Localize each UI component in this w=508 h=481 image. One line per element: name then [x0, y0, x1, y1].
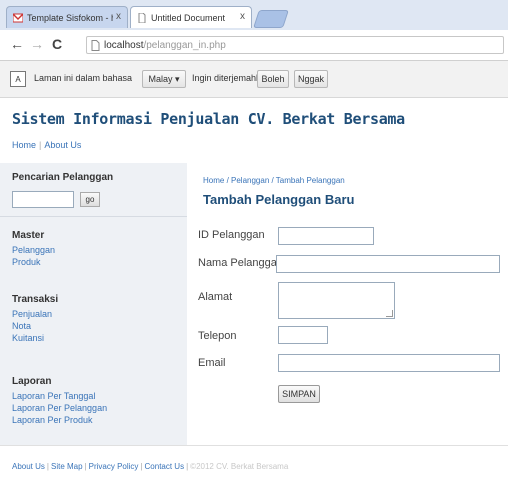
label-email: Email [198, 357, 226, 369]
footer-link-privacy[interactable]: Privacy Policy [89, 462, 139, 471]
browser-tab-template[interactable]: Template Sisfokom - hamidel x [6, 6, 128, 28]
footer-separator: | [186, 462, 189, 471]
sidebar-item-pelanggan[interactable]: Pelanggan [12, 245, 55, 255]
tab-close-icon[interactable]: x [240, 11, 245, 22]
transaksi-heading: Transaksi [12, 294, 59, 305]
sidebar-item-produk[interactable]: Produk [12, 257, 41, 267]
footer-separator: | [140, 462, 143, 471]
translate-infobar: A Laman ini dalam bahasa Malay ▾ Ingin d… [0, 61, 508, 98]
footer-separator: | [84, 462, 87, 471]
gmail-icon [13, 13, 23, 22]
telepon-input[interactable] [278, 326, 328, 344]
footer-link-about[interactable]: About Us [12, 462, 45, 471]
document-icon [138, 12, 146, 23]
sidebar-divider [0, 216, 187, 217]
language-dropdown[interactable]: Malay ▾ [142, 70, 186, 88]
translate-message: Laman ini dalam bahasa [34, 73, 133, 83]
sidebar-item-laporan-tanggal[interactable]: Laporan Per Tanggal [12, 391, 95, 401]
master-heading: Master [12, 230, 45, 241]
footer-link-contact[interactable]: Contact Us [145, 462, 185, 471]
translate-no-button[interactable]: Nggak [294, 70, 328, 88]
sidebar-item-laporan-produk[interactable]: Laporan Per Produk [12, 415, 93, 425]
footer: About Us | Site Map | Privacy Policy | Contact… [12, 462, 288, 471]
simpan-button[interactable]: SIMPAN [278, 385, 320, 403]
url-host: localhost [104, 39, 144, 51]
label-id-pelanggan: ID Pelanggan [198, 229, 265, 241]
label-alamat: Alamat [198, 291, 233, 303]
resize-handle-icon[interactable] [386, 310, 393, 317]
site-title: Sistem Informasi Penjualan CV. Berkat Be… [12, 110, 405, 128]
sidebar-item-penjualan[interactable]: Penjualan [12, 309, 52, 319]
search-heading: Pencarian Pelanggan [12, 172, 114, 183]
new-tab-button[interactable] [253, 10, 289, 28]
nama-pelanggan-input[interactable] [276, 255, 500, 273]
address-bar[interactable]: localhost/pelanggan_in.php [86, 36, 504, 54]
nav-separator: | [39, 140, 42, 150]
footer-separator: | [46, 462, 49, 471]
sidebar-item-kuitansi[interactable]: Kuitansi [12, 333, 44, 343]
tab-close-icon[interactable]: x [116, 11, 121, 22]
search-go-button[interactable]: go [80, 192, 100, 207]
email-input[interactable] [278, 354, 500, 372]
browser-toolbar: ← → C localhost/pelanggan_in.php [0, 30, 508, 61]
copyright-text: ©2012 CV. Berkat Bersama [190, 462, 289, 471]
sidebar-item-nota[interactable]: Nota [12, 321, 31, 331]
translate-yes-button[interactable]: Boleh [257, 70, 289, 88]
browser-tab-strip: Template Sisfokom - hamidel x Untitled D… [0, 0, 508, 30]
nav-about-link[interactable]: About Us [44, 140, 81, 150]
label-telepon: Telepon [198, 330, 237, 342]
laporan-heading: Laporan [12, 376, 52, 387]
reload-icon[interactable]: C [52, 37, 62, 51]
page-title: Tambah Pelanggan Baru [203, 192, 355, 207]
tab-label: Template Sisfokom - hamidel [27, 12, 113, 23]
label-nama-pelanggan: Nama Pelanggan [198, 257, 284, 269]
top-navigation: Home | About Us [12, 140, 81, 150]
url-path: /pelanggan_in.php [143, 39, 226, 51]
nav-home-link[interactable]: Home [12, 140, 36, 150]
back-arrow-icon[interactable]: ← [10, 37, 24, 51]
translate-icon: A [10, 71, 26, 87]
footer-divider [0, 445, 508, 446]
page-icon [91, 39, 100, 51]
breadcrumb: Home / Pelanggan / Tambah Pelanggan [203, 176, 345, 185]
browser-tab-untitled[interactable]: Untitled Document x [130, 6, 252, 28]
sidebar-item-laporan-pelanggan[interactable]: Laporan Per Pelanggan [12, 403, 107, 413]
id-pelanggan-input[interactable] [278, 227, 374, 245]
search-input[interactable] [12, 191, 74, 208]
tab-label: Untitled Document [151, 12, 226, 23]
footer-link-sitemap[interactable]: Site Map [51, 462, 83, 471]
alamat-textarea[interactable] [278, 282, 395, 319]
forward-arrow-icon[interactable]: → [30, 37, 44, 51]
